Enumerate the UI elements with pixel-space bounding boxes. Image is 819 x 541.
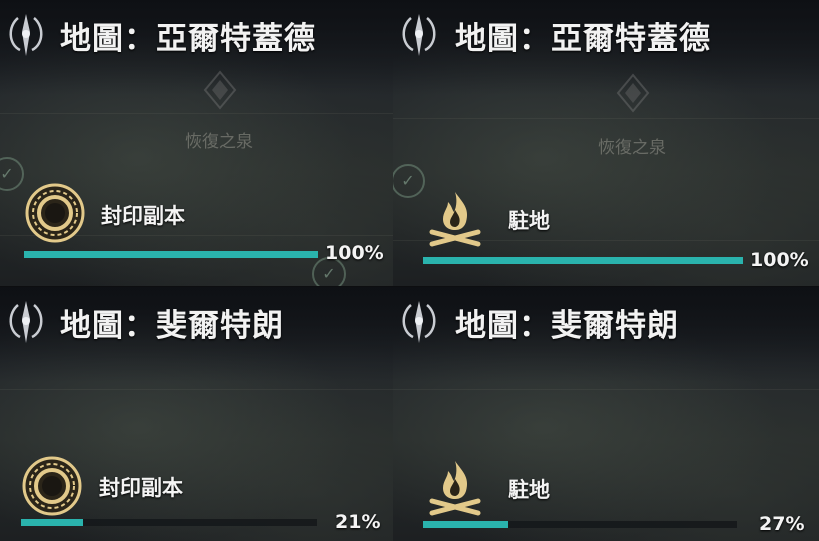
map-panel-altgard-seal: 恢復之泉 ✓ ✓ 地圖：亞爾特蓋德 封印副本 100% bbox=[0, 0, 394, 286]
progress-bar-fill bbox=[423, 521, 508, 528]
region-emblem-icon bbox=[9, 14, 43, 56]
map-title-bar: 地圖：亞爾特蓋德 bbox=[0, 0, 316, 70]
map-divider bbox=[0, 389, 393, 390]
map-title-bar: 地圖：斐爾特朗 bbox=[393, 287, 679, 357]
activity-label: 駐地 bbox=[508, 209, 550, 233]
map-title-bar: 地圖：斐爾特朗 bbox=[0, 287, 284, 357]
map-title: 地圖：亞爾特蓋德 bbox=[455, 20, 711, 57]
region-emblem-icon bbox=[402, 301, 436, 343]
progress-percent: 100% bbox=[325, 242, 384, 264]
map-title: 地圖：斐爾特朗 bbox=[455, 307, 679, 344]
map-check-icon: ✓ bbox=[393, 164, 425, 198]
progress-bar bbox=[423, 521, 737, 528]
region-emblem-icon bbox=[9, 301, 43, 343]
map-check-icon: ✓ bbox=[0, 157, 24, 191]
progress-bar bbox=[423, 257, 743, 264]
campfire-icon bbox=[429, 461, 481, 516]
map-title-bar: 地圖：亞爾特蓋德 bbox=[393, 0, 711, 70]
map-location-label: 恢復之泉 bbox=[185, 132, 253, 152]
progress-percent: 21% bbox=[335, 511, 381, 533]
region-emblem-icon bbox=[402, 14, 436, 56]
progress-bar bbox=[24, 251, 318, 258]
progress-percent: 27% bbox=[759, 513, 805, 535]
progress-bar-fill bbox=[21, 519, 84, 526]
map-panel-altgard-camp: 恢復之泉 ✓ 地圖：亞爾特蓋德 駐地 100% bbox=[393, 0, 819, 286]
map-divider bbox=[0, 113, 393, 114]
activity-label: 封印副本 bbox=[101, 204, 185, 228]
activity-label: 駐地 bbox=[508, 478, 550, 502]
map-divider bbox=[393, 118, 819, 119]
map-divider bbox=[393, 389, 819, 390]
map-panel-feiton-camp: 地圖：斐爾特朗 駐地 27% bbox=[393, 286, 819, 541]
progress-bar-fill bbox=[24, 251, 318, 258]
map-landmark-icon bbox=[616, 73, 650, 113]
map-title: 地圖：斐爾特朗 bbox=[60, 307, 284, 344]
seal-ring-icon bbox=[22, 456, 82, 516]
map-landmark-icon bbox=[203, 70, 237, 110]
progress-percent: 100% bbox=[750, 249, 809, 271]
map-location-label: 恢復之泉 bbox=[598, 138, 666, 158]
progress-bar bbox=[21, 519, 317, 526]
seal-ring-icon bbox=[25, 183, 85, 243]
map-title: 地圖：亞爾特蓋德 bbox=[60, 20, 316, 57]
map-panel-feiton-seal: 地圖：斐爾特朗 封印副本 21% bbox=[0, 286, 394, 541]
campfire-icon bbox=[429, 192, 481, 247]
activity-label: 封印副本 bbox=[99, 476, 183, 500]
progress-bar-fill bbox=[423, 257, 743, 264]
